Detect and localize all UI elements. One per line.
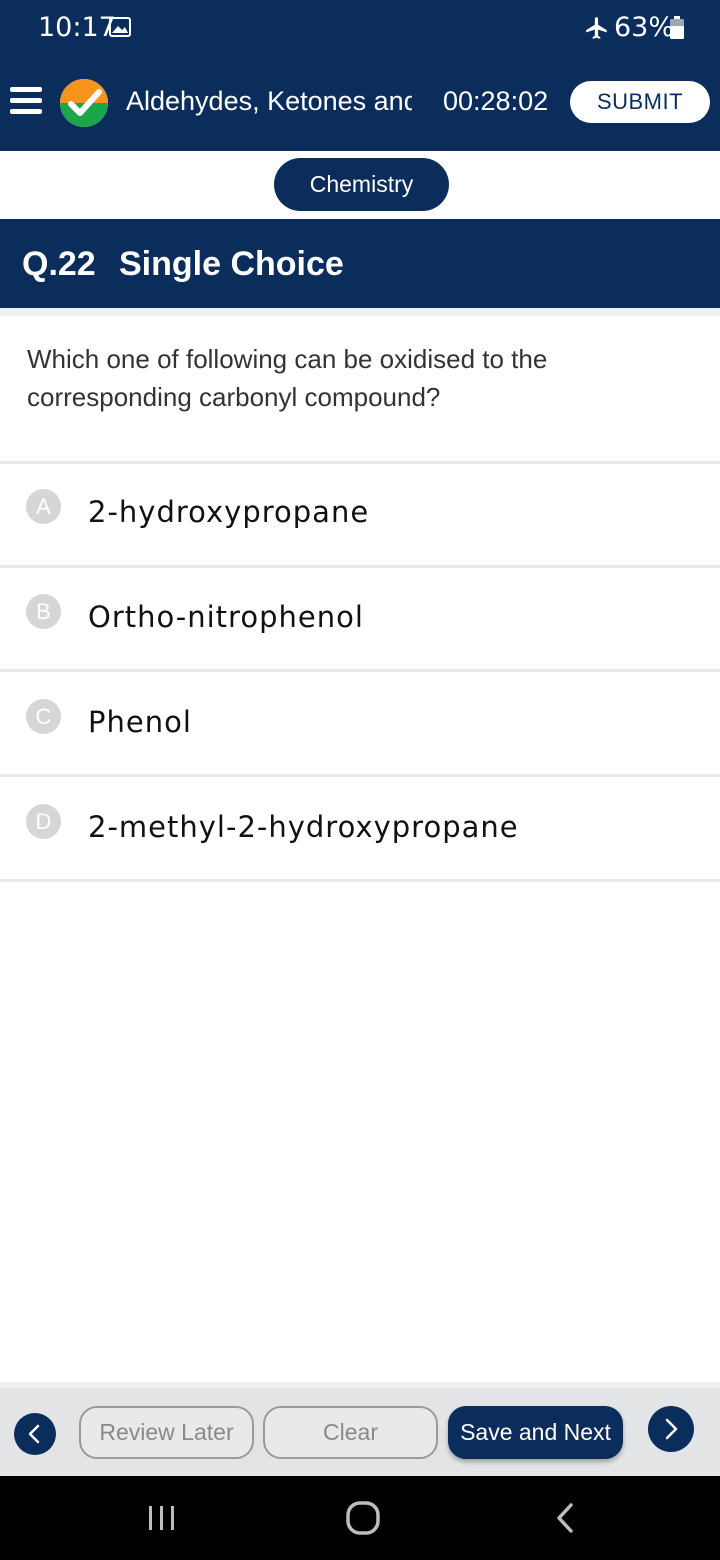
status-bar: 10:17 63% xyxy=(0,0,720,58)
previous-question-button[interactable] xyxy=(14,1413,56,1455)
option-letter-badge: D xyxy=(26,804,61,839)
menu-icon[interactable] xyxy=(10,85,42,117)
logo-checkmark-icon xyxy=(60,79,108,127)
back-icon[interactable] xyxy=(553,1502,577,1534)
app-header: Aldehydes, Ketones and 00:28:02 SUBMIT xyxy=(0,58,720,151)
divider xyxy=(0,879,720,882)
subject-area: Chemistry xyxy=(0,151,720,219)
option-text: 2-hydroxypropane xyxy=(88,495,370,529)
page-title: Aldehydes, Ketones and xyxy=(126,86,412,116)
option-letter-badge: B xyxy=(26,594,61,629)
subject-chip[interactable]: Chemistry xyxy=(274,158,449,211)
save-and-next-button[interactable]: Save and Next xyxy=(448,1406,623,1459)
recent-apps-icon[interactable] xyxy=(146,1504,178,1532)
chevron-right-icon xyxy=(665,1418,678,1440)
next-question-button[interactable] xyxy=(648,1406,694,1452)
option-text: Phenol xyxy=(88,705,192,739)
submit-button[interactable]: SUBMIT xyxy=(570,81,710,123)
battery-percentage: 63% xyxy=(614,12,675,43)
home-icon[interactable] xyxy=(345,1500,381,1536)
status-time: 10:17 xyxy=(38,12,116,43)
option-b[interactable]: B Ortho-nitrophenol xyxy=(0,568,720,669)
question-number: Q.22 xyxy=(22,245,96,283)
gallery-icon xyxy=(109,17,131,37)
chevron-left-icon xyxy=(28,1424,40,1444)
section-divider xyxy=(0,308,720,316)
exam-timer: 00:28:02 xyxy=(443,86,549,116)
option-d[interactable]: D 2-methyl-2-hydroxypropane xyxy=(0,777,720,878)
question-type: Single Choice xyxy=(119,245,344,283)
question-header: Q.22 Single Choice xyxy=(0,219,720,308)
battery-icon xyxy=(670,16,684,39)
clear-button[interactable]: Clear xyxy=(263,1406,438,1459)
review-later-button[interactable]: Review Later xyxy=(79,1406,254,1459)
option-letter-badge: A xyxy=(26,489,61,524)
option-text: 2-methyl-2-hydroxypropane xyxy=(88,810,519,844)
option-a[interactable]: A 2-hydroxypropane xyxy=(0,464,720,565)
system-navigation-bar xyxy=(0,1476,720,1560)
action-bar: Review Later Clear Save and Next xyxy=(0,1382,720,1476)
airplane-icon xyxy=(586,17,607,39)
option-text: Ortho-nitrophenol xyxy=(88,600,364,634)
option-c[interactable]: C Phenol xyxy=(0,672,720,773)
question-text: Which one of following can be oxidised t… xyxy=(27,344,548,412)
option-letter-badge: C xyxy=(26,699,61,734)
